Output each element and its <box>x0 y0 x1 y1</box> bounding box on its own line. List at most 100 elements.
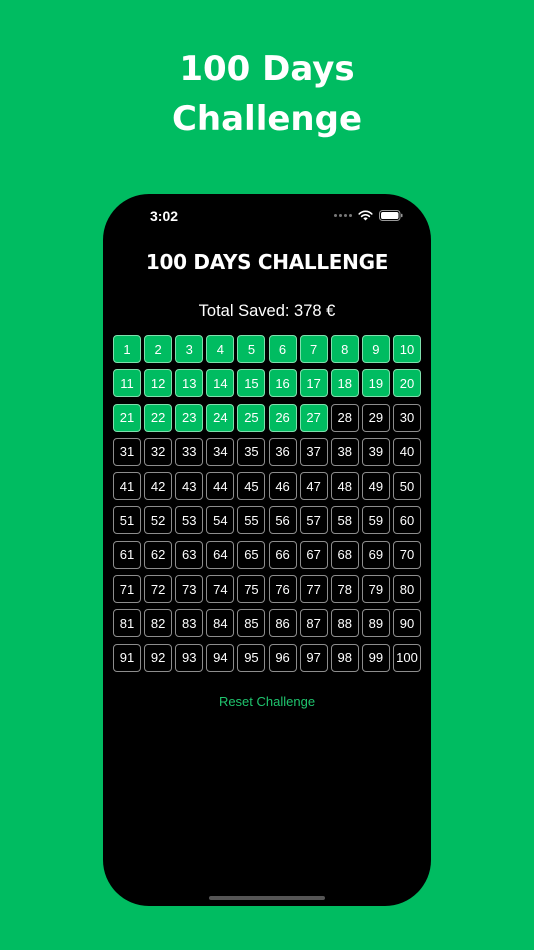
day-cell-79[interactable]: 79 <box>361 575 390 604</box>
day-cell-75[interactable]: 75 <box>237 575 266 604</box>
day-cell-78[interactable]: 78 <box>330 575 359 604</box>
day-cell-73[interactable]: 73 <box>175 575 204 604</box>
day-cell-42[interactable]: 42 <box>144 472 173 501</box>
day-cell-53[interactable]: 53 <box>175 506 204 535</box>
day-cell-76[interactable]: 76 <box>268 575 297 604</box>
day-cell-84[interactable]: 84 <box>206 609 235 638</box>
day-cell-38[interactable]: 38 <box>330 437 359 466</box>
day-cell-33[interactable]: 33 <box>175 437 204 466</box>
day-cell-8[interactable]: 8 <box>330 335 359 363</box>
home-indicator[interactable] <box>209 896 325 900</box>
day-cell-61[interactable]: 61 <box>113 540 141 569</box>
day-cell-29[interactable]: 29 <box>361 403 390 432</box>
day-cell-22[interactable]: 22 <box>144 403 173 432</box>
day-cell-98[interactable]: 98 <box>330 643 359 672</box>
day-cell-87[interactable]: 87 <box>299 609 328 638</box>
day-cell-70[interactable]: 70 <box>392 540 421 569</box>
day-cell-27[interactable]: 27 <box>299 403 328 432</box>
day-cell-71[interactable]: 71 <box>113 575 141 604</box>
day-cell-25[interactable]: 25 <box>237 403 266 432</box>
day-cell-30[interactable]: 30 <box>392 403 421 432</box>
day-cell-4[interactable]: 4 <box>206 335 235 363</box>
day-cell-81[interactable]: 81 <box>113 609 141 638</box>
day-cell-89[interactable]: 89 <box>361 609 390 638</box>
day-cell-1[interactable]: 1 <box>113 335 141 363</box>
day-cell-72[interactable]: 72 <box>144 575 173 604</box>
day-cell-65[interactable]: 65 <box>237 540 266 569</box>
day-cell-51[interactable]: 51 <box>113 506 141 535</box>
day-cell-92[interactable]: 92 <box>144 643 173 672</box>
day-cell-88[interactable]: 88 <box>330 609 359 638</box>
day-cell-93[interactable]: 93 <box>175 643 204 672</box>
day-cell-35[interactable]: 35 <box>237 437 266 466</box>
day-cell-34[interactable]: 34 <box>206 437 235 466</box>
day-cell-9[interactable]: 9 <box>361 335 390 363</box>
day-cell-58[interactable]: 58 <box>330 506 359 535</box>
day-cell-3[interactable]: 3 <box>175 335 204 363</box>
day-cell-14[interactable]: 14 <box>206 369 235 398</box>
day-cell-45[interactable]: 45 <box>237 472 266 501</box>
day-cell-37[interactable]: 37 <box>299 437 328 466</box>
day-cell-50[interactable]: 50 <box>392 472 421 501</box>
day-cell-67[interactable]: 67 <box>299 540 328 569</box>
day-cell-54[interactable]: 54 <box>206 506 235 535</box>
day-cell-86[interactable]: 86 <box>268 609 297 638</box>
day-cell-95[interactable]: 95 <box>237 643 266 672</box>
day-cell-59[interactable]: 59 <box>361 506 390 535</box>
day-cell-90[interactable]: 90 <box>392 609 421 638</box>
day-cell-48[interactable]: 48 <box>330 472 359 501</box>
day-cell-44[interactable]: 44 <box>206 472 235 501</box>
day-cell-94[interactable]: 94 <box>206 643 235 672</box>
day-cell-49[interactable]: 49 <box>361 472 390 501</box>
day-cell-60[interactable]: 60 <box>392 506 421 535</box>
day-cell-23[interactable]: 23 <box>175 403 204 432</box>
day-cell-32[interactable]: 32 <box>144 437 173 466</box>
day-cell-62[interactable]: 62 <box>144 540 173 569</box>
day-cell-56[interactable]: 56 <box>268 506 297 535</box>
day-cell-100[interactable]: 100 <box>392 643 421 672</box>
reset-challenge-button[interactable]: Reset Challenge <box>103 694 431 709</box>
day-cell-17[interactable]: 17 <box>299 369 328 398</box>
day-cell-24[interactable]: 24 <box>206 403 235 432</box>
day-cell-80[interactable]: 80 <box>392 575 421 604</box>
day-cell-41[interactable]: 41 <box>113 472 141 501</box>
day-cell-46[interactable]: 46 <box>268 472 297 501</box>
day-cell-36[interactable]: 36 <box>268 437 297 466</box>
day-cell-77[interactable]: 77 <box>299 575 328 604</box>
day-cell-18[interactable]: 18 <box>330 369 359 398</box>
day-cell-43[interactable]: 43 <box>175 472 204 501</box>
day-cell-82[interactable]: 82 <box>144 609 173 638</box>
day-cell-52[interactable]: 52 <box>144 506 173 535</box>
day-cell-91[interactable]: 91 <box>113 643 141 672</box>
day-cell-74[interactable]: 74 <box>206 575 235 604</box>
day-cell-31[interactable]: 31 <box>113 437 141 466</box>
day-cell-85[interactable]: 85 <box>237 609 266 638</box>
day-cell-63[interactable]: 63 <box>175 540 204 569</box>
day-cell-6[interactable]: 6 <box>268 335 297 363</box>
day-cell-55[interactable]: 55 <box>237 506 266 535</box>
day-cell-39[interactable]: 39 <box>361 437 390 466</box>
day-cell-57[interactable]: 57 <box>299 506 328 535</box>
day-cell-2[interactable]: 2 <box>144 335 173 363</box>
day-cell-13[interactable]: 13 <box>175 369 204 398</box>
day-cell-96[interactable]: 96 <box>268 643 297 672</box>
day-cell-7[interactable]: 7 <box>299 335 328 363</box>
day-cell-64[interactable]: 64 <box>206 540 235 569</box>
day-cell-5[interactable]: 5 <box>237 335 266 363</box>
day-cell-20[interactable]: 20 <box>392 369 421 398</box>
day-cell-66[interactable]: 66 <box>268 540 297 569</box>
day-cell-47[interactable]: 47 <box>299 472 328 501</box>
day-cell-83[interactable]: 83 <box>175 609 204 638</box>
day-cell-10[interactable]: 10 <box>392 335 421 363</box>
day-cell-28[interactable]: 28 <box>330 403 359 432</box>
day-cell-97[interactable]: 97 <box>299 643 328 672</box>
day-cell-12[interactable]: 12 <box>144 369 173 398</box>
day-cell-16[interactable]: 16 <box>268 369 297 398</box>
day-cell-99[interactable]: 99 <box>361 643 390 672</box>
day-cell-69[interactable]: 69 <box>361 540 390 569</box>
day-cell-19[interactable]: 19 <box>361 369 390 398</box>
day-cell-15[interactable]: 15 <box>237 369 266 398</box>
day-cell-40[interactable]: 40 <box>392 437 421 466</box>
day-cell-26[interactable]: 26 <box>268 403 297 432</box>
day-cell-21[interactable]: 21 <box>113 403 141 432</box>
